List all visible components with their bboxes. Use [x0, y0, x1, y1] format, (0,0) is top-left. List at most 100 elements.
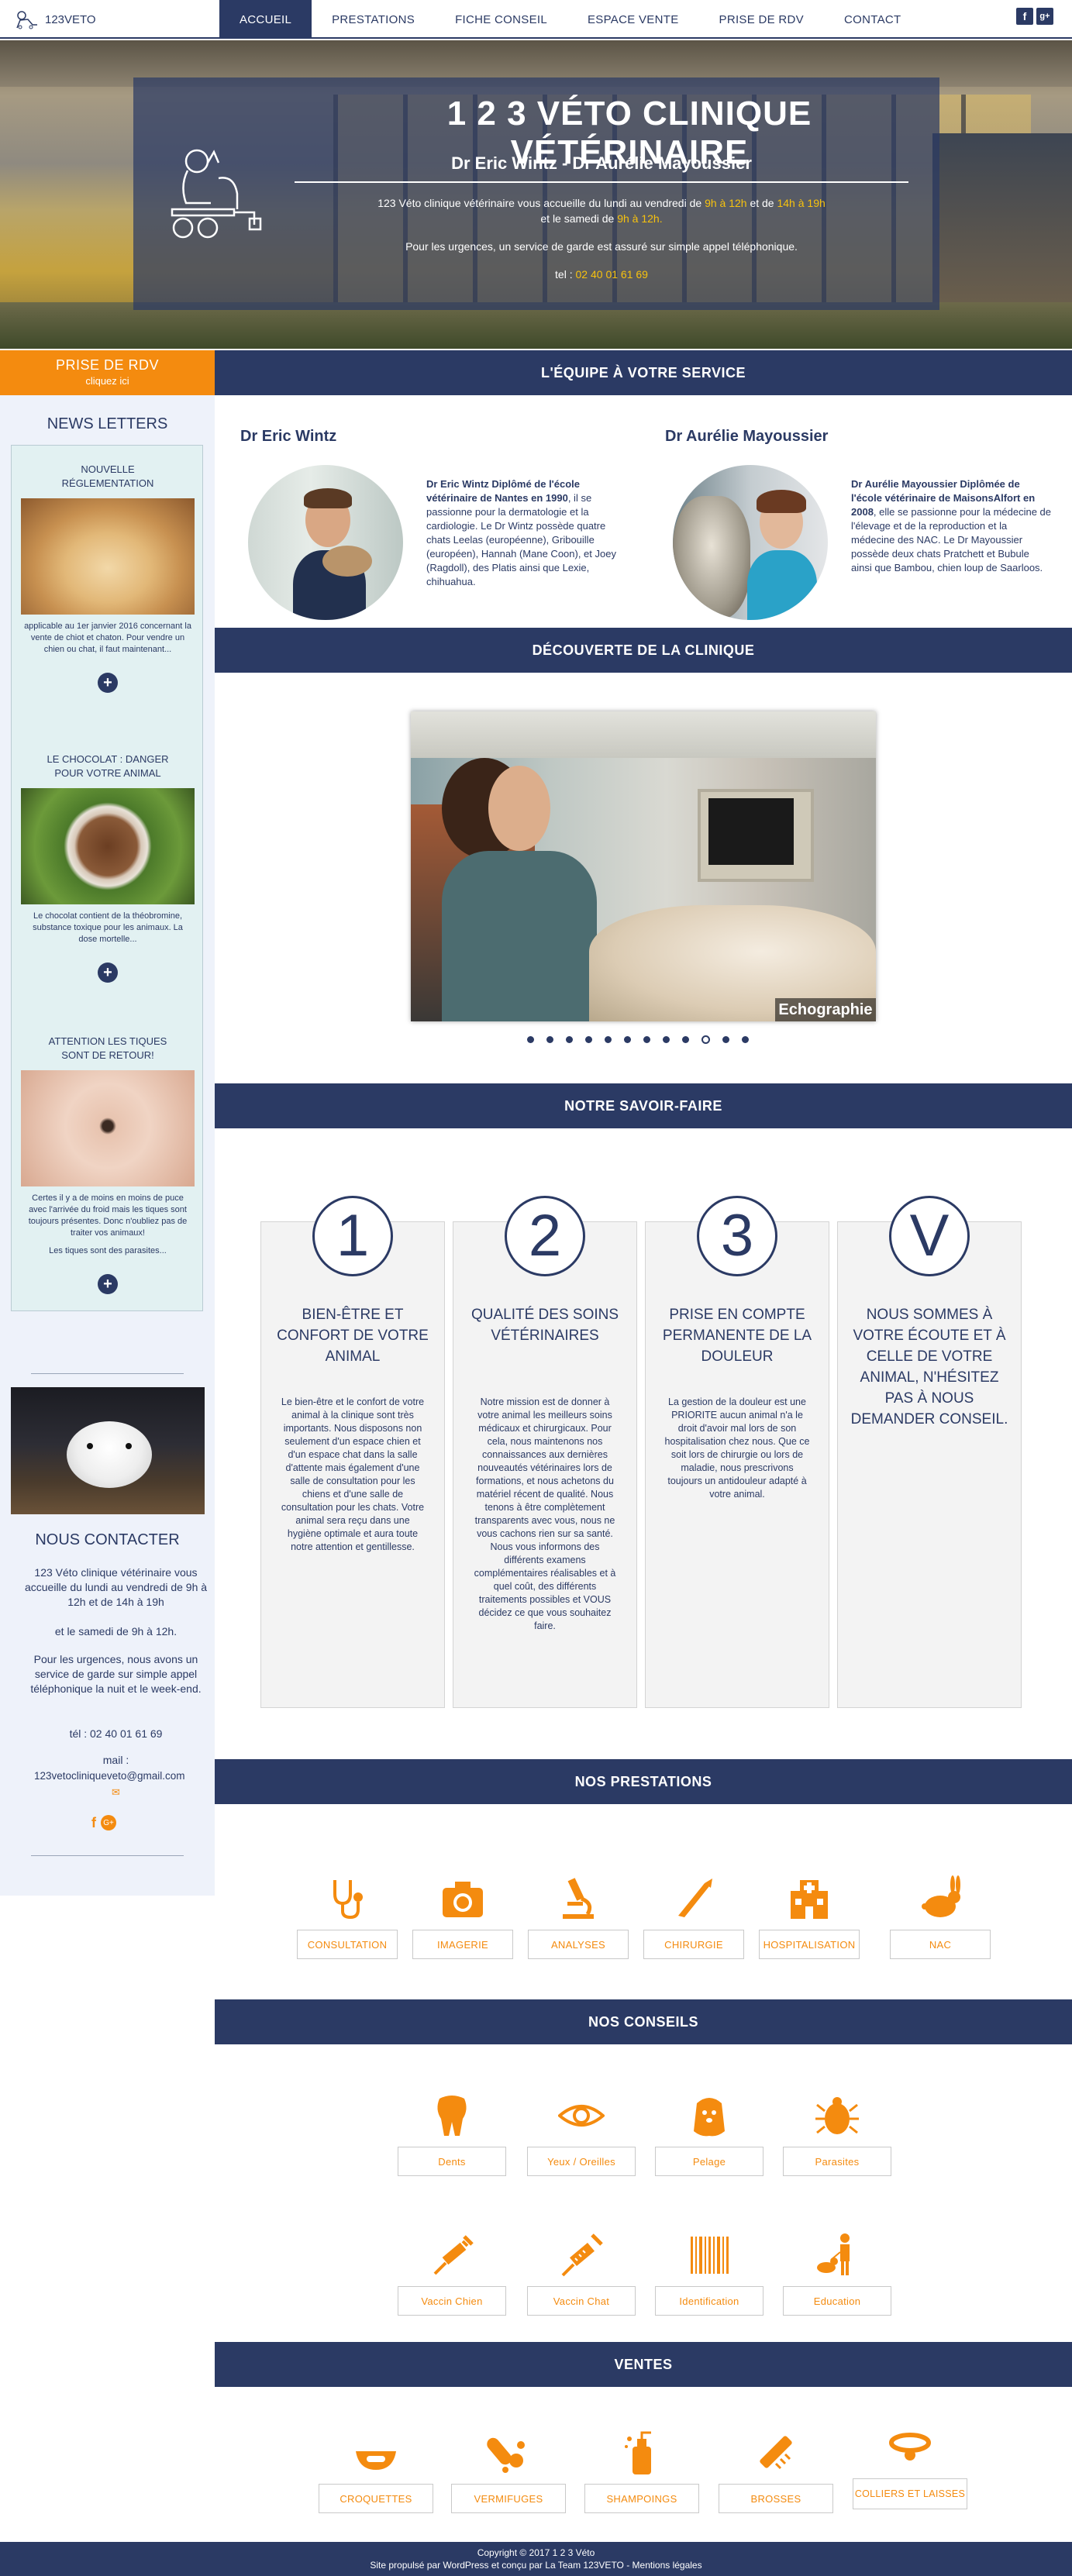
- slider-dot[interactable]: [722, 1036, 729, 1043]
- card-text: Notre mission est de donner à votre anim…: [474, 1396, 616, 1631]
- conseil-label[interactable]: Parasites: [783, 2147, 891, 2176]
- conseil-parasites[interactable]: Parasites: [783, 2092, 891, 2176]
- contact-email[interactable]: 123vetocliniqueveto@gmail.com: [34, 1768, 215, 1783]
- vente-label[interactable]: VERMIFUGES: [451, 2484, 566, 2513]
- footer-credits[interactable]: Site propulsé par WordPress et conçu par…: [0, 2559, 1072, 2571]
- service-label[interactable]: IMAGERIE: [412, 1930, 513, 1959]
- rdv-button[interactable]: PRISE DE RDV cliquez ici: [0, 350, 215, 395]
- sidebar: NEWS LETTERS NOUVELLE RÉGLEMENTATION app…: [0, 395, 215, 1896]
- hero-hours-f: 9h à 12h.: [617, 212, 663, 225]
- puppy-image[interactable]: [21, 498, 195, 615]
- menu-item-accueil[interactable]: ACCUEIL: [219, 0, 312, 39]
- service-imagerie[interactable]: IMAGERIE: [412, 1875, 513, 1959]
- hero-photo-house: [932, 133, 1072, 304]
- doctor-photo: [248, 465, 403, 620]
- tick-image[interactable]: [21, 1070, 195, 1186]
- vente-shampoings[interactable]: SHAMPOINGS: [584, 2430, 699, 2513]
- slider-dot[interactable]: [682, 1036, 689, 1043]
- conseil-label[interactable]: Pelage: [655, 2147, 763, 2176]
- site-logo[interactable]: 123VETO: [14, 9, 96, 29]
- conseil-label[interactable]: Vaccin Chien: [398, 2286, 506, 2316]
- google-plus-icon[interactable]: g+: [1036, 8, 1053, 25]
- service-label[interactable]: CHIRURGIE: [643, 1930, 744, 1959]
- shampoo-icon: [625, 2431, 651, 2474]
- conseil-label[interactable]: Education: [783, 2286, 891, 2316]
- contact-phone[interactable]: tél : 02 40 01 61 69: [17, 1727, 215, 1741]
- slider-dot[interactable]: [585, 1036, 592, 1043]
- hero-phone-number[interactable]: 02 40 01 61 69: [576, 268, 648, 281]
- vente-label[interactable]: CROQUETTES: [319, 2484, 433, 2513]
- vente-label[interactable]: COLLIERS ET LAISSES: [853, 2478, 967, 2509]
- google-plus-icon[interactable]: G+: [101, 1815, 116, 1830]
- slider-dot[interactable]: [701, 1035, 710, 1044]
- newsletters-box: NOUVELLE RÉGLEMENTATION applicable au 1e…: [11, 445, 203, 1311]
- hero-phone: tel : 02 40 01 61 69: [295, 268, 908, 281]
- service-consultation[interactable]: CONSULTATION: [297, 1875, 398, 1959]
- vente-brosses[interactable]: BROSSES: [719, 2430, 833, 2513]
- clinic-slider[interactable]: Echographie: [411, 711, 876, 1021]
- conseil-identification[interactable]: Identification: [655, 2232, 763, 2316]
- menu-item-contact[interactable]: CONTACT: [824, 0, 921, 39]
- conseil-label[interactable]: Dents: [398, 2147, 506, 2176]
- slider-dot[interactable]: [624, 1036, 631, 1043]
- doctor-bio-text: , il se passionne pour la dermatologie e…: [426, 492, 616, 587]
- tick-icon: [815, 2097, 859, 2134]
- menu-item-espace-vente[interactable]: ESPACE VENTE: [567, 0, 699, 39]
- conseil-education[interactable]: Education: [783, 2232, 891, 2316]
- vente-colliers-laisses[interactable]: COLLIERS ET LAISSES: [853, 2424, 967, 2509]
- menu-item-prise-de-rdv[interactable]: PRISE DE RDV: [699, 0, 824, 39]
- mail-icon[interactable]: ✉: [112, 1786, 120, 1799]
- news-title[interactable]: LE CHOCOLAT : DANGER POUR VOTRE ANIMAL: [12, 752, 204, 780]
- news-title[interactable]: NOUVELLE RÉGLEMENTATION: [12, 463, 204, 491]
- service-label[interactable]: ANALYSES: [528, 1930, 629, 1959]
- vente-label[interactable]: BROSSES: [719, 2484, 833, 2513]
- service-chirurgie[interactable]: CHIRURGIE: [643, 1875, 744, 1959]
- news-item: NOUVELLE RÉGLEMENTATION applicable au 1e…: [12, 463, 204, 693]
- chocolate-cake-image[interactable]: [21, 788, 195, 904]
- service-nac[interactable]: NAC: [890, 1875, 991, 1959]
- service-hospitalisation[interactable]: HOSPITALISATION: [759, 1875, 860, 1959]
- conseil-label[interactable]: Yeux / Oreilles: [527, 2147, 636, 2176]
- top-navigation: 123VETO ACCUEIL PRESTATIONS FICHE CONSEI…: [0, 0, 1072, 39]
- savoir-card: 2 QUALITÉ DES SOINS VÉTÉRINAIRES Notre m…: [453, 1196, 637, 1708]
- vente-croquettes[interactable]: CROQUETTES: [319, 2430, 433, 2513]
- hero-doctors: Dr Eric Wintz - Dr Aurélie Mayoussier: [451, 153, 752, 173]
- read-more-plus-icon[interactable]: +: [98, 963, 118, 983]
- news-excerpt: applicable au 1er janvier 2016 concernan…: [24, 622, 191, 654]
- service-label[interactable]: NAC: [890, 1930, 991, 1959]
- hero-hours-b: 9h à 12h: [705, 197, 747, 209]
- slider-dot[interactable]: [527, 1036, 534, 1043]
- card-title: QUALITÉ DES SOINS VÉTÉRINAIRES: [471, 1307, 619, 1344]
- menu-item-prestations[interactable]: PRESTATIONS: [312, 0, 435, 39]
- doctor-bio: Dr Eric Wintz Diplômé de l'école vétérin…: [426, 477, 628, 589]
- slider-dot[interactable]: [663, 1036, 670, 1043]
- conseil-yeux-oreilles[interactable]: Yeux / Oreilles: [527, 2092, 636, 2176]
- facebook-icon[interactable]: f: [1016, 8, 1033, 25]
- service-label[interactable]: CONSULTATION: [297, 1930, 398, 1959]
- slider-dot[interactable]: [546, 1036, 553, 1043]
- conseil-vaccin-chat[interactable]: Vaccin Chat: [527, 2232, 636, 2316]
- vet-logo-icon: [16, 11, 37, 29]
- conseil-label[interactable]: Vaccin Chat: [527, 2286, 636, 2316]
- conseil-vaccin-chien[interactable]: Vaccin Chien: [398, 2232, 506, 2316]
- vente-label[interactable]: SHAMPOINGS: [584, 2484, 699, 2513]
- vente-vermifuges[interactable]: VERMIFUGES: [451, 2430, 566, 2513]
- read-more-plus-icon[interactable]: +: [98, 1274, 118, 1294]
- conseil-dents[interactable]: Dents: [398, 2092, 506, 2176]
- slider-dot[interactable]: [566, 1036, 573, 1043]
- hero-urgences: Pour les urgences, un service de garde e…: [405, 240, 798, 253]
- conseil-pelage[interactable]: Pelage: [655, 2092, 763, 2176]
- facebook-icon[interactable]: f: [91, 1815, 96, 1831]
- service-label[interactable]: HOSPITALISATION: [759, 1930, 860, 1959]
- hero-hours-e: et le samedi de: [540, 212, 618, 225]
- hero-divider: [295, 181, 908, 183]
- slider-dot[interactable]: [742, 1036, 749, 1043]
- slider-dot[interactable]: [643, 1036, 650, 1043]
- news-title[interactable]: ATTENTION LES TIQUES SONT DE RETOUR!: [12, 1035, 204, 1062]
- conseil-label[interactable]: Identification: [655, 2286, 763, 2316]
- read-more-plus-icon[interactable]: +: [98, 673, 118, 693]
- slider-dot[interactable]: [605, 1036, 612, 1043]
- service-analyses[interactable]: ANALYSES: [528, 1875, 629, 1959]
- dog-fur-icon: [694, 2098, 725, 2137]
- menu-item-fiche-conseil[interactable]: FICHE CONSEIL: [435, 0, 567, 39]
